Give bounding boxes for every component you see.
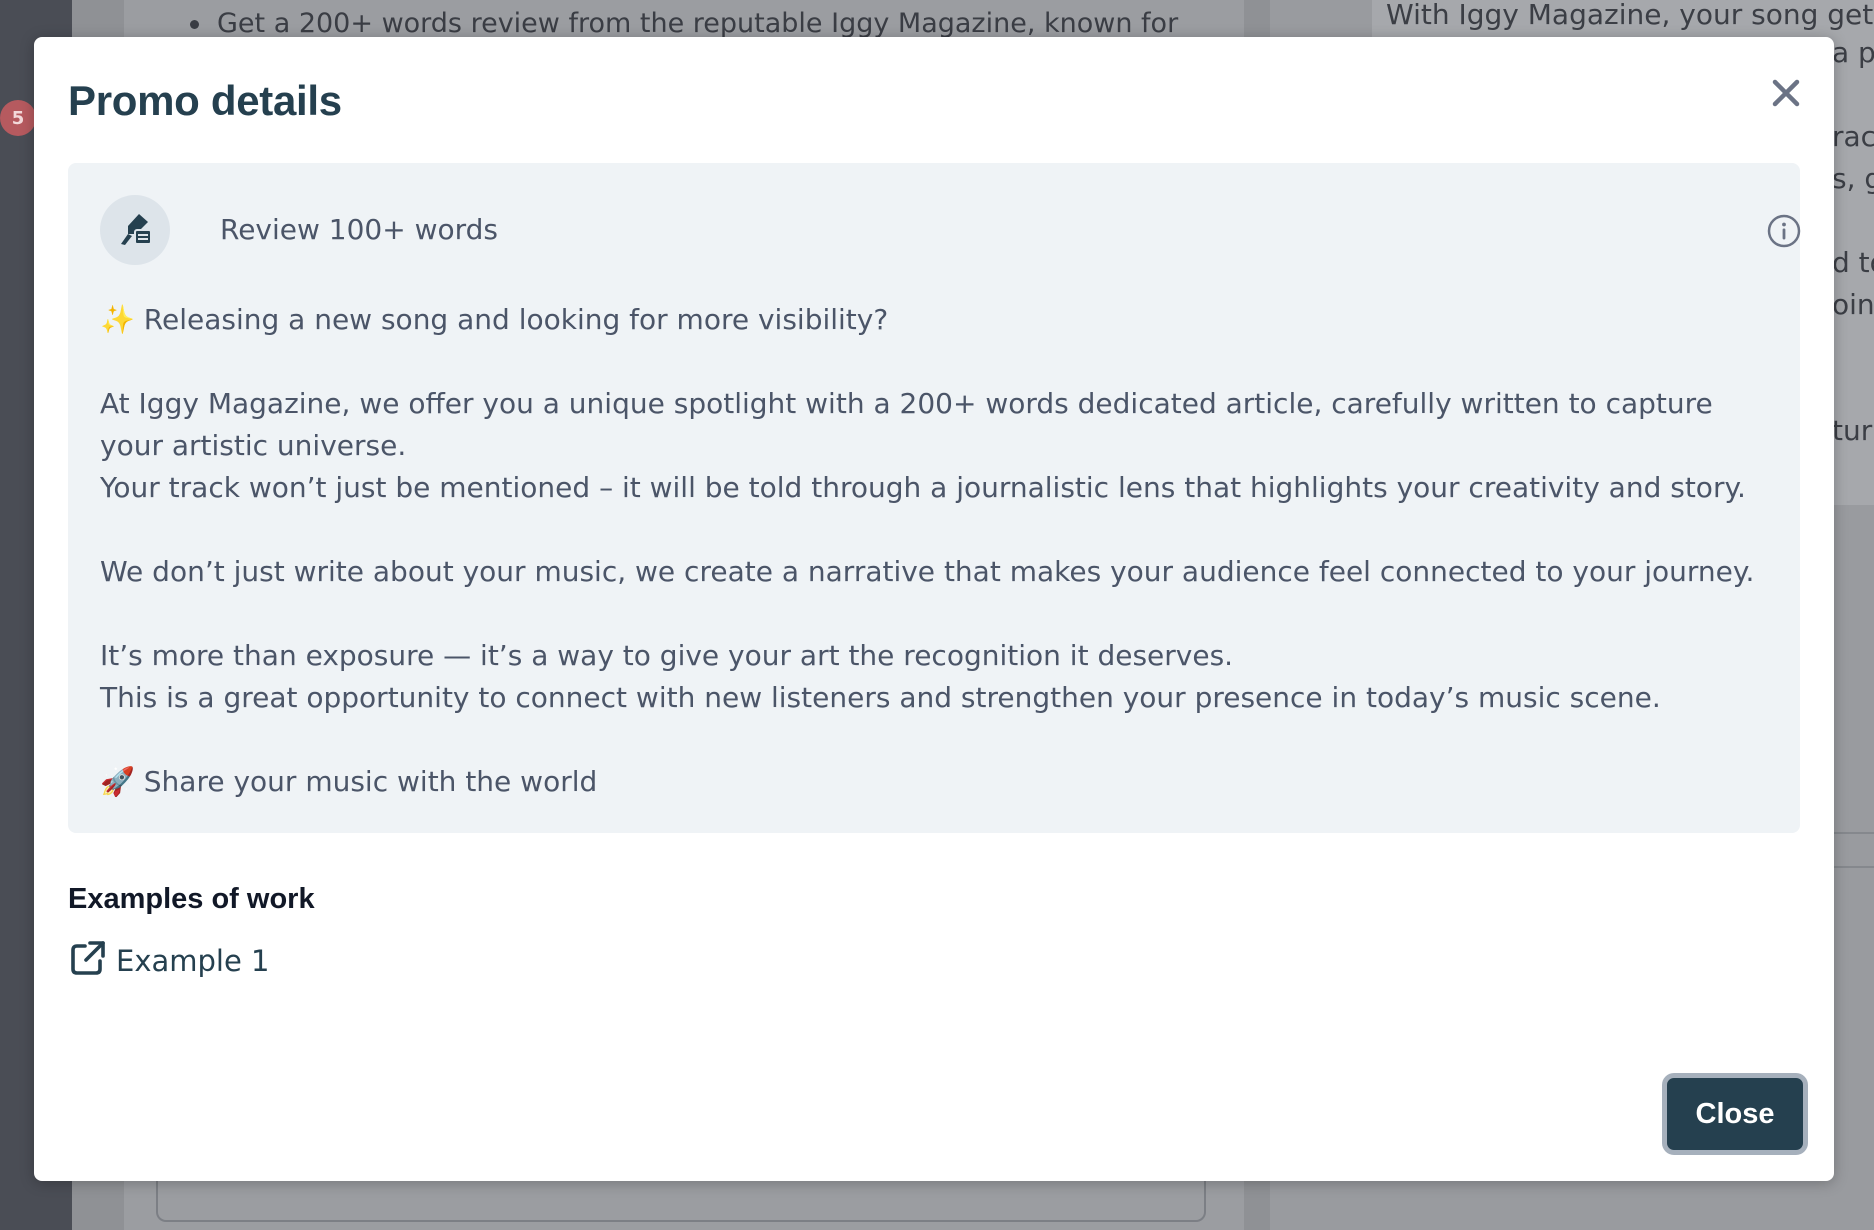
- background-fragment: d to: [1832, 246, 1874, 279]
- pen-writing-icon-glyph: [121, 214, 152, 245]
- external-link-icon-glyph: [71, 940, 105, 975]
- pen-writing-icon: [100, 195, 170, 265]
- background-bullet-text: Get a 200+ words review from the reputab…: [217, 8, 1179, 39]
- background-right-text: With Iggy Magazine, your song gets: [1386, 0, 1874, 31]
- bullet-dot: [190, 20, 199, 29]
- promo-card: Review 100+ words ✨ Releasing a new song…: [68, 163, 1802, 833]
- close-icon[interactable]: [1760, 67, 1812, 119]
- close-button[interactable]: Close: [1662, 1073, 1808, 1155]
- description-paragraph: At Iggy Magazine, we offer you a unique …: [100, 387, 1713, 462]
- info-icon[interactable]: [1766, 213, 1802, 249]
- background-fragment: tur: [1832, 414, 1873, 447]
- promo-description: ✨ Releasing a new song and looking for m…: [100, 299, 1780, 803]
- background-bullet: Get a 200+ words review from the reputab…: [190, 8, 1230, 39]
- background-divider: [1832, 832, 1874, 834]
- modal-title: Promo details: [68, 77, 342, 124]
- examples-heading: Examples of work: [68, 883, 315, 915]
- promo-name: Review 100+ words: [220, 213, 499, 246]
- close-icon-glyph: [1772, 79, 1800, 107]
- background-fragment: a pr: [1832, 36, 1874, 69]
- info-icon-glyph: [1767, 214, 1801, 248]
- background-divider: [1832, 866, 1874, 868]
- description-paragraph: Your track won’t just be mentioned – it …: [100, 471, 1746, 504]
- description-paragraph: ✨ Releasing a new song and looking for m…: [100, 303, 889, 336]
- description-paragraph: This is a great opportunity to connect w…: [100, 681, 1661, 714]
- background-fragment: s, g: [1832, 162, 1874, 195]
- description-paragraph: It’s more than exposure — it’s a way to …: [100, 639, 1234, 672]
- background-fragment: rac: [1832, 120, 1874, 153]
- example-link-label: Example 1: [116, 944, 270, 978]
- description-paragraph: 🚀 Share your music with the world: [100, 765, 598, 798]
- example-link[interactable]: Example 1: [68, 939, 269, 983]
- description-paragraph: We don’t just write about your music, we…: [100, 555, 1755, 588]
- external-link-icon: [68, 938, 108, 985]
- notification-badge: 5: [0, 100, 36, 136]
- promo-details-modal: Promo details Review 100+ words ✨ Releas…: [34, 37, 1834, 1181]
- background-fragment: oing: [1832, 288, 1874, 321]
